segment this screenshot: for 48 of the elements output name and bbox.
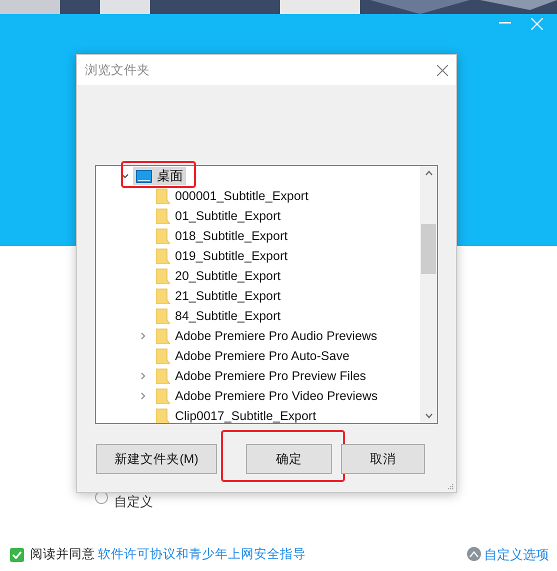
folder-icon (156, 348, 170, 364)
tree-item[interactable]: Adobe Premiere Pro Preview Files (175, 366, 366, 386)
settings-icon[interactable] (467, 547, 481, 562)
dialog-button[interactable]: 新建文件夹(M) (96, 444, 217, 474)
tree-item[interactable]: 018_Subtitle_Export (175, 226, 288, 246)
scroll-up-icon[interactable] (424, 170, 432, 176)
folder-icon (156, 388, 170, 404)
tree-item[interactable]: 84_Subtitle_Export (175, 306, 281, 326)
folder-icon (156, 228, 170, 244)
tree-item[interactable]: 桌面 (133, 167, 186, 185)
tree-item[interactable]: 01_Subtitle_Export (175, 206, 281, 226)
folder-icon (156, 408, 170, 423)
folder-icon (156, 308, 170, 324)
desktop-icon (136, 170, 152, 182)
tree-item[interactable]: Clip0017_Subtitle_Export (175, 406, 316, 423)
tree-item-label: 桌面 (157, 167, 183, 186)
folder-icon (156, 248, 170, 264)
folder-icon (156, 188, 170, 204)
minimize-icon[interactable] (499, 22, 511, 24)
agreement-text: 阅读并同意 (30, 546, 95, 564)
tree-item[interactable]: 21_Subtitle_Export (175, 286, 281, 306)
scroll-down-icon[interactable] (424, 413, 432, 419)
scroll-thumb[interactable] (421, 224, 436, 274)
chevron-right-icon[interactable] (139, 332, 147, 340)
chevron-right-icon[interactable] (139, 372, 147, 380)
tree-item[interactable]: 000001_Subtitle_Export (175, 186, 308, 206)
tree-item[interactable]: Adobe Premiere Pro Video Previews (175, 386, 378, 406)
chevron-down-icon[interactable] (121, 172, 129, 180)
folder-icon (156, 268, 170, 284)
folder-icon (156, 288, 170, 304)
radio-label: 自定义 (114, 493, 153, 511)
tree-item[interactable]: 20_Subtitle_Export (175, 266, 281, 286)
scrollbar[interactable] (420, 166, 437, 423)
tree-item[interactable]: 019_Subtitle_Export (175, 246, 288, 266)
dialog-title: 浏览文件夹 (85, 62, 150, 79)
custom-options-link[interactable]: 自定义选项 (484, 544, 549, 564)
folder-icon (156, 368, 170, 384)
dialog-button[interactable]: 取消 (341, 444, 425, 474)
tree-item[interactable]: Adobe Premiere Pro Auto-Save (175, 346, 350, 366)
dialog-button[interactable]: 确定 (246, 444, 332, 474)
agreement-link[interactable]: 软件许可协议和青少年上网安全指导 (98, 545, 306, 564)
folder-icon (156, 328, 170, 344)
tree-item[interactable]: Adobe Premiere Pro Audio Previews (175, 326, 378, 346)
folder-icon (156, 208, 170, 224)
resize-grip-icon[interactable] (447, 483, 454, 490)
checkbox[interactable] (10, 548, 24, 562)
close-icon[interactable] (437, 64, 448, 76)
chevron-right-icon[interactable] (139, 392, 147, 400)
